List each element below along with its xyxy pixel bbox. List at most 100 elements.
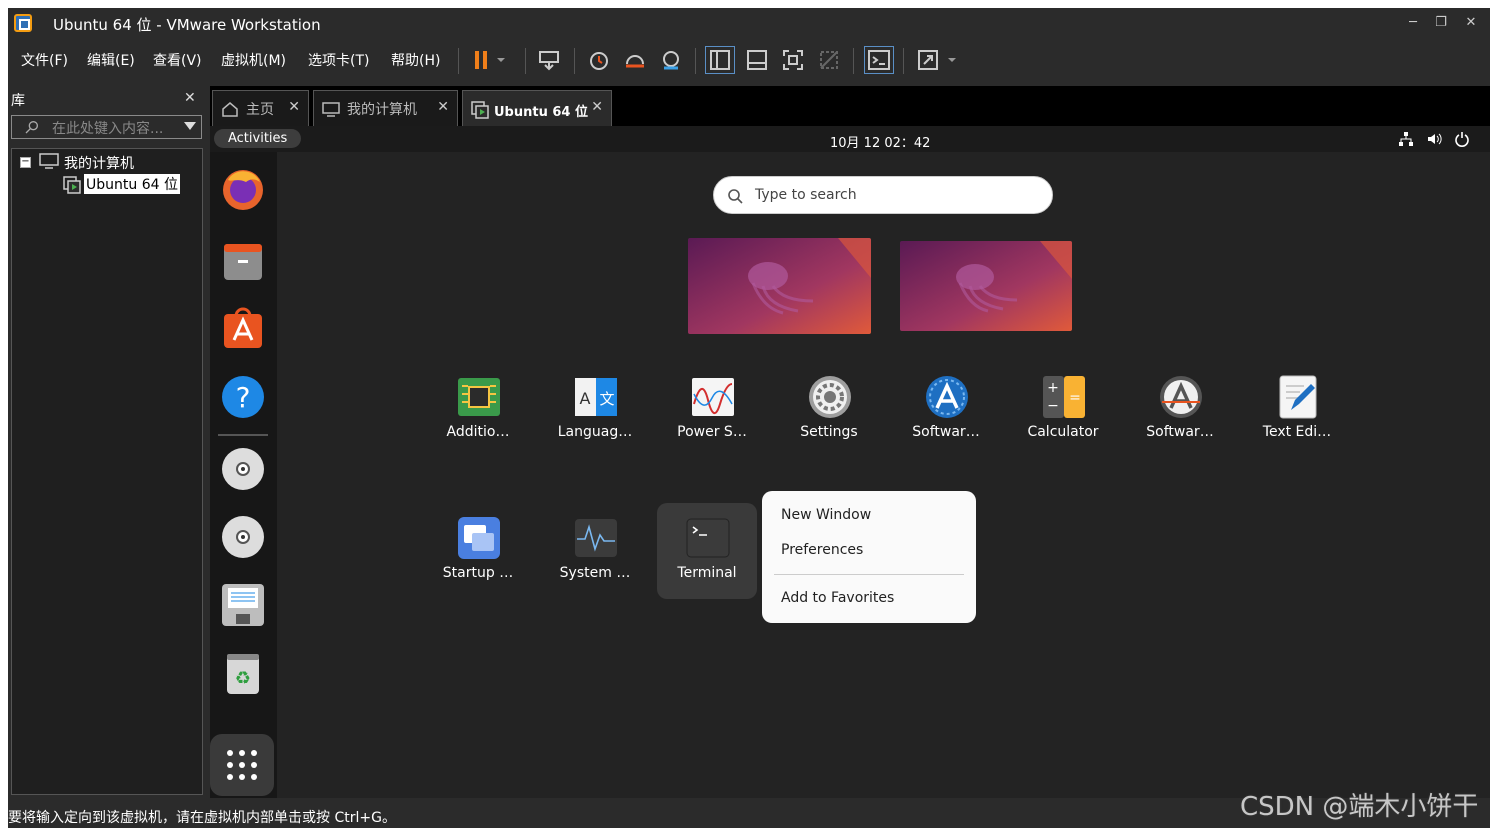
show-apps-button[interactable] xyxy=(210,734,274,796)
tab-my-computer-close-button[interactable]: ✕ xyxy=(437,99,449,115)
menu-vm[interactable]: 虚拟机(M) xyxy=(221,50,286,70)
app-software-properties[interactable]: Softwar… xyxy=(1130,362,1230,458)
menu-view[interactable]: 查看(V) xyxy=(153,50,202,70)
app-label: Softwar… xyxy=(1146,424,1214,440)
menu-item-preferences[interactable]: Preferences xyxy=(781,542,863,558)
snapshot-manager-icon[interactable] xyxy=(656,46,686,74)
collapse-icon[interactable]: − xyxy=(20,157,31,168)
app-language-support[interactable]: A文 Languag… xyxy=(545,362,645,458)
firefox-icon[interactable] xyxy=(220,166,266,212)
tab-ubuntu-label: Ubuntu 64 位 xyxy=(494,105,588,120)
library-close-button[interactable]: ✕ xyxy=(184,90,196,106)
svg-text:+: + xyxy=(1047,380,1059,396)
status-text: 要将输入定向到该虚拟机，请在虚拟机内部单击或按 Ctrl+G。 xyxy=(8,810,396,826)
ubuntu-software-icon[interactable] xyxy=(220,306,266,352)
tree-item-ubuntu[interactable]: Ubuntu 64 位 xyxy=(84,174,180,194)
menu-file[interactable]: 文件(F) xyxy=(21,50,68,70)
disc-icon[interactable] xyxy=(220,514,266,560)
thumbnail-bar-icon[interactable] xyxy=(742,46,772,74)
app-additional-drivers[interactable]: Additio… xyxy=(428,362,528,458)
computer-icon xyxy=(39,153,59,169)
floppy-icon[interactable] xyxy=(220,582,266,628)
svg-text:=: = xyxy=(1069,390,1081,406)
tab-ubuntu[interactable]: Ubuntu 64 位 ✕ xyxy=(462,90,612,126)
library-search-input[interactable]: 在此处键入内容... xyxy=(11,115,202,139)
chevron-down-icon[interactable] xyxy=(184,122,196,132)
unity-mode-icon[interactable] xyxy=(814,46,844,74)
restore-button[interactable]: ❐ xyxy=(1430,12,1452,34)
app-label: Startup … xyxy=(442,565,514,581)
activities-button[interactable]: Activities xyxy=(214,129,302,148)
menu-item-add-to-favorites[interactable]: Add to Favorites xyxy=(781,590,894,606)
disc-icon[interactable] xyxy=(220,446,266,492)
workspace-thumbnail-1[interactable] xyxy=(688,238,871,334)
app-calculator[interactable]: + − = Calculator xyxy=(1013,362,1113,458)
app-power-statistics[interactable]: Power S… xyxy=(662,362,762,458)
gear-icon xyxy=(809,376,851,418)
toolbar-separator xyxy=(525,48,526,74)
context-menu: New Window Preferences Add to Favorites xyxy=(762,491,976,623)
library-search-placeholder: 在此处键入内容... xyxy=(52,121,164,137)
menu-tabs[interactable]: 选项卡(T) xyxy=(308,50,369,70)
power-statistics-icon xyxy=(692,378,734,416)
app-label: Additio… xyxy=(446,424,510,440)
title-bar: Ubuntu 64 位 - VMware Workstation ─ ❐ ✕ xyxy=(8,8,1490,38)
library-header: 库 ✕ xyxy=(8,88,204,110)
svg-text:♻: ♻ xyxy=(235,668,251,689)
tab-home[interactable]: 主页 ✕ xyxy=(212,90,309,126)
app-text-editor[interactable]: Text Edi… xyxy=(1247,362,1347,458)
trash-icon[interactable]: ♻ xyxy=(220,650,266,696)
volume-icon[interactable] xyxy=(1426,131,1442,147)
menu-edit[interactable]: 编辑(E) xyxy=(87,50,135,70)
home-icon xyxy=(222,102,238,117)
clock[interactable]: 10月 12 02：42 xyxy=(830,132,930,151)
tab-my-computer[interactable]: 我的计算机 ✕ xyxy=(313,90,458,126)
language-icon: A文 xyxy=(575,378,617,416)
network-icon[interactable] xyxy=(1398,131,1414,147)
pause-dropdown-icon[interactable] xyxy=(493,46,509,74)
revert-snapshot-icon[interactable] xyxy=(620,46,650,74)
gnome-top-bar: Activities 10月 12 02：42 xyxy=(210,126,1490,152)
files-icon[interactable] xyxy=(220,238,266,284)
stretch-guest-icon[interactable] xyxy=(913,46,943,74)
minimize-button[interactable]: ─ xyxy=(1402,12,1424,34)
app-software-updater[interactable]: Softwar… xyxy=(896,362,996,458)
watermark: CSDN @端木小饼干 xyxy=(1240,792,1479,822)
terminal-icon xyxy=(686,518,730,558)
power-icon[interactable] xyxy=(1454,131,1470,147)
menu-item-new-window[interactable]: New Window xyxy=(781,507,871,523)
menu-divider xyxy=(774,574,964,575)
workspace-thumbnail-2[interactable] xyxy=(900,241,1072,331)
tab-home-close-button[interactable]: ✕ xyxy=(288,99,300,115)
vm-display[interactable]: Activities 10月 12 02：42 ? ♻ Type to sear… xyxy=(210,126,1490,798)
svg-text:A: A xyxy=(580,389,591,408)
toolbar-separator xyxy=(458,48,459,74)
snapshot-icon[interactable] xyxy=(584,46,614,74)
app-label: Settings xyxy=(800,424,858,440)
software-updater-icon xyxy=(926,376,968,418)
menu-help[interactable]: 帮助(H) xyxy=(391,50,440,70)
system-monitor-icon xyxy=(575,519,617,557)
show-library-icon[interactable] xyxy=(705,46,735,74)
send-keys-icon[interactable] xyxy=(534,46,564,74)
toolbar-separator xyxy=(574,48,575,74)
console-view-icon[interactable] xyxy=(864,46,894,74)
app-search-input[interactable]: Type to search xyxy=(713,176,1053,214)
tab-ubuntu-close-button[interactable]: ✕ xyxy=(591,99,603,115)
app-system-monitor[interactable]: System … xyxy=(545,503,645,599)
tree-item-my-computer[interactable]: 我的计算机 xyxy=(64,153,134,173)
text-editor-icon xyxy=(1279,375,1317,419)
help-icon[interactable]: ? xyxy=(220,374,266,420)
stretch-dropdown-icon[interactable] xyxy=(944,46,960,74)
software-properties-icon xyxy=(1160,376,1202,418)
toolbar-separator xyxy=(853,48,854,74)
app-terminal[interactable]: Terminal xyxy=(657,503,757,599)
full-screen-icon[interactable] xyxy=(778,46,808,74)
vmware-window: Ubuntu 64 位 - VMware Workstation ─ ❐ ✕ 文… xyxy=(8,8,1490,828)
app-label: Terminal xyxy=(677,565,737,581)
library-title: 库 xyxy=(11,93,25,109)
vm-icon xyxy=(471,101,489,119)
close-window-button[interactable]: ✕ xyxy=(1460,12,1482,34)
app-startup-applications[interactable]: Startup … xyxy=(428,503,528,599)
app-settings[interactable]: Settings xyxy=(779,362,879,458)
